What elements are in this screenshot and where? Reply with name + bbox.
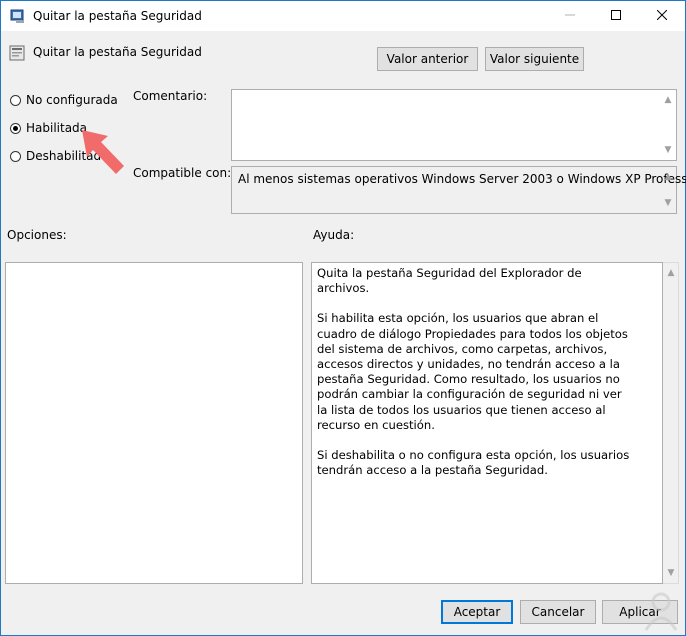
help-panel[interactable]: Quita la pestaña Seguridad del Explorado… xyxy=(311,262,663,584)
help-label: Ayuda: xyxy=(313,228,355,242)
help-paragraph: Si deshabilita o no configura esta opció… xyxy=(317,448,630,478)
radio-circle[interactable] xyxy=(10,150,21,162)
maximize-button[interactable] xyxy=(593,1,639,31)
scroll-up-icon[interactable]: ▲ xyxy=(660,169,676,185)
maximize-icon xyxy=(611,9,621,23)
ok-button[interactable]: Aceptar xyxy=(441,600,513,624)
radio-label: No configurada xyxy=(26,93,118,107)
help-text: Quita la pestaña Seguridad del Explorado… xyxy=(317,266,635,493)
compatible-value: Al menos sistemas operativos Windows Ser… xyxy=(238,172,686,186)
help-paragraph: Si habilita esta opción, los usuarios qu… xyxy=(317,311,628,432)
radio-circle[interactable] xyxy=(10,122,21,134)
policy-setting-icon xyxy=(9,45,25,61)
policy-dialog-window: Quitar la pestaña Seguridad Quitar la pe… xyxy=(0,0,686,636)
comment-scrollbar[interactable]: ▲ ▼ xyxy=(660,90,676,160)
comment-label: Comentario: xyxy=(133,89,208,103)
radio-label: Habilitada xyxy=(26,121,88,135)
compatible-textbox[interactable]: Al menos sistemas operativos Windows Ser… xyxy=(231,166,686,214)
scroll-down-icon[interactable]: ▼ xyxy=(660,142,676,158)
scroll-up-icon[interactable]: ▲ xyxy=(663,265,679,281)
cancel-button[interactable]: Cancelar xyxy=(520,600,596,624)
compatible-scrollbar[interactable]: ▲ ▼ xyxy=(660,167,676,213)
policy-app-icon xyxy=(10,8,26,24)
minimize-icon xyxy=(565,9,575,23)
radio-circle[interactable] xyxy=(10,94,21,106)
comment-textarea[interactable]: ▲ ▼ xyxy=(231,89,677,161)
arrow-annotation-icon xyxy=(80,128,128,176)
radio-selected-dot xyxy=(13,125,18,131)
minimize-button[interactable] xyxy=(547,1,593,31)
close-button[interactable] xyxy=(639,1,685,31)
options-panel xyxy=(5,262,303,584)
next-setting-button[interactable]: Valor siguiente xyxy=(485,47,584,71)
radio-enabled[interactable]: Habilitada xyxy=(10,121,87,135)
compatible-label: Compatible con: xyxy=(133,166,232,180)
options-label: Opciones: xyxy=(7,228,67,242)
close-icon xyxy=(656,9,668,23)
watermark-logo-icon xyxy=(640,588,682,632)
policy-name-heading: Quitar la pestaña Seguridad xyxy=(33,45,202,59)
help-scrollbar[interactable]: ▲ ▼ xyxy=(663,262,679,584)
scroll-down-icon[interactable]: ▼ xyxy=(663,565,679,581)
scroll-down-icon[interactable]: ▼ xyxy=(660,195,676,211)
window-title: Quitar la pestaña Seguridad xyxy=(33,9,202,23)
scroll-up-icon[interactable]: ▲ xyxy=(660,92,676,108)
title-bar[interactable]: Quitar la pestaña Seguridad xyxy=(1,1,685,31)
radio-not-configured[interactable]: No configurada xyxy=(10,93,118,107)
help-paragraph: Quita la pestaña Seguridad del Explorado… xyxy=(317,266,582,296)
previous-setting-button[interactable]: Valor anterior xyxy=(377,47,478,71)
